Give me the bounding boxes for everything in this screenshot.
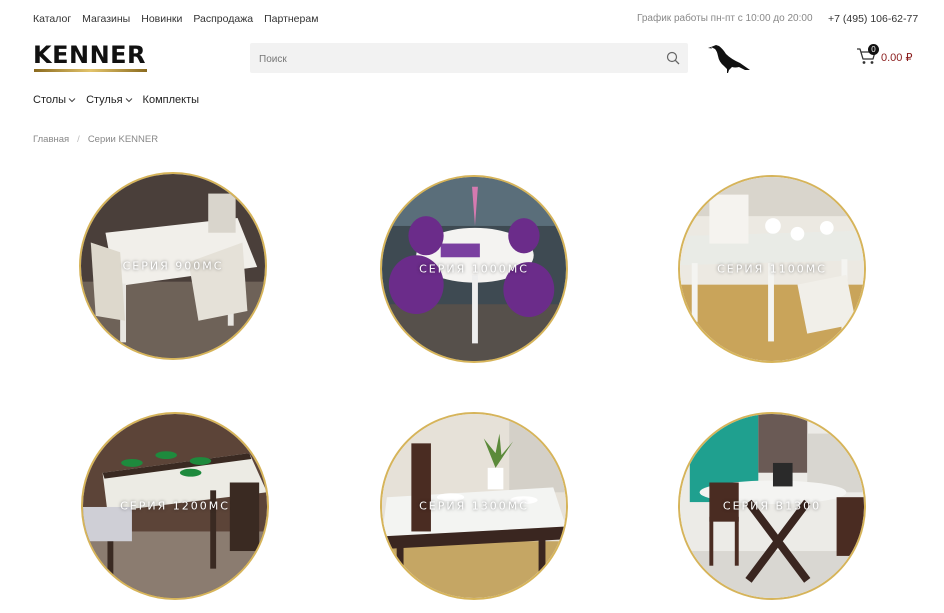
catnav-item-chairs[interactable]: Стулья [86,94,132,106]
work-schedule: График работы пн-пт с 10:00 до 20:00 [637,13,813,24]
topnav-link-partners[interactable]: Партнерам [264,13,318,25]
cart-total[interactable]: 0.00 ₽ [881,51,912,64]
breadcrumb: Главная / Серии KENNER [33,134,158,145]
logo-underline [34,69,147,72]
breadcrumb-current: Серии KENNER [87,134,159,145]
series-label: СЕРИЯ 1300МС [419,499,529,513]
chevron-down-icon [125,98,132,103]
search-input[interactable] [257,43,641,75]
logo[interactable]: KENNER [33,42,147,74]
breadcrumb-separator: / [77,134,80,145]
phone-link[interactable]: +7 (495) 106-62-77 [828,13,918,25]
series-card-900mc[interactable]: СЕРИЯ 900МС [79,172,267,360]
catnav-item-label: Стулья [86,94,123,106]
top-nav: Каталог Магазины Новинки Распродажа Парт… [33,13,318,25]
catnav-item-sets[interactable]: Комплекты [143,94,199,106]
catnav-item-tables[interactable]: Столы [33,94,76,106]
series-label: СЕРИЯ B1300 [722,499,822,513]
search-box [250,43,688,75]
series-card-1000mc[interactable]: СЕРИЯ 1000МС [380,175,568,363]
search-icon[interactable] [666,51,680,65]
series-card-1300mc[interactable]: СЕРИЯ 1300МС [380,412,568,600]
bird-icon[interactable] [707,40,751,74]
series-card-1200mc[interactable]: СЕРИЯ 1200МС [81,412,269,600]
topnav-link-new[interactable]: Новинки [141,13,182,25]
series-label: СЕРИЯ 1100МС [717,262,827,276]
series-label: СЕРИЯ 900МС [122,259,224,273]
series-label: СЕРИЯ 1000МС [419,262,529,276]
catnav-item-label: Комплекты [142,94,200,106]
cart-count-badge: 0 [868,44,879,55]
catnav-item-label: Столы [33,94,67,106]
topnav-link-catalog[interactable]: Каталог [33,13,71,25]
breadcrumb-home[interactable]: Главная [33,134,69,145]
series-card-b1300[interactable]: СЕРИЯ B1300 [678,412,866,600]
top-bar: Каталог Магазины Новинки Распродажа Парт… [0,0,944,36]
chevron-down-icon [68,98,76,103]
topnav-link-sale[interactable]: Распродажа [193,13,253,25]
series-card-1100mc[interactable]: СЕРИЯ 1100МС [678,175,866,363]
topnav-link-stores[interactable]: Магазины [82,13,130,25]
series-label: СЕРИЯ 1200МС [120,499,230,513]
category-nav: Столы Стулья Комплекты [33,94,199,106]
logo-text: KENNER [33,41,147,69]
